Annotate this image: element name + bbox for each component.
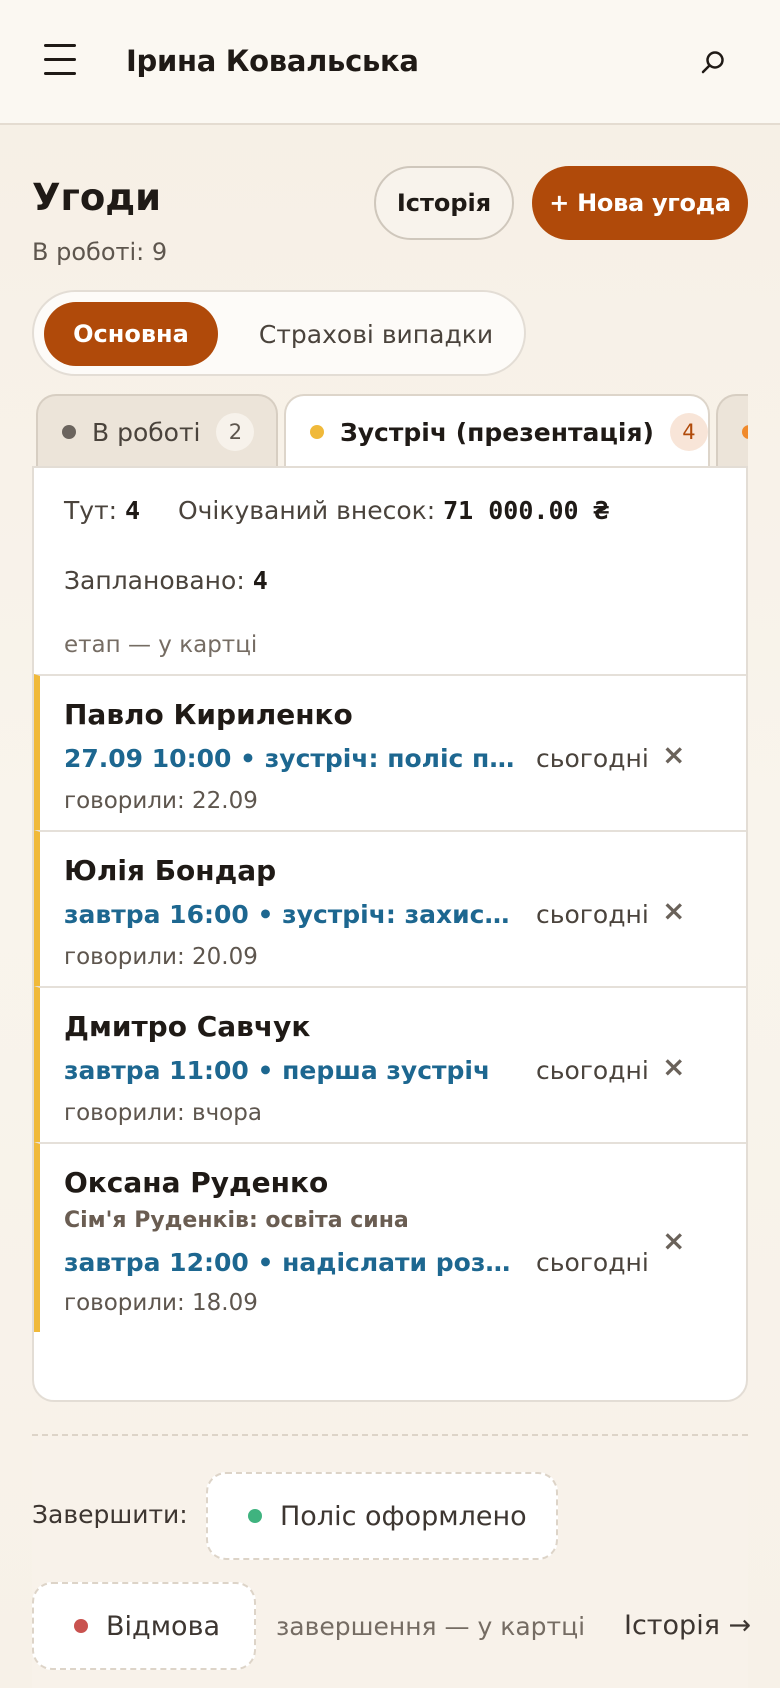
stage-note: етап — у картці <box>64 632 258 658</box>
history-button[interactable]: Історія <box>374 166 514 240</box>
due-label: сьогодні <box>536 744 649 773</box>
due-label: сьогодні <box>536 900 649 929</box>
tab-count: 2 <box>216 413 255 451</box>
here-label: Тут: <box>64 496 118 525</box>
due-label: сьогодні <box>536 1248 649 1277</box>
search-icon[interactable] <box>700 50 726 76</box>
tab-label: Зустріч (презентація) <box>340 417 654 447</box>
user-name: Ірина Ковальська <box>126 44 419 78</box>
deals-in-progress-count: В роботі: 9 <box>32 238 168 266</box>
tab-next-stage[interactable] <box>716 394 748 466</box>
last-contact: говорили: 20.09 <box>64 944 258 970</box>
top-bar: Ірина Ковальська <box>0 0 780 125</box>
refusal-label: Відмова <box>106 1610 221 1642</box>
deal-card[interactable]: Павло Кириленко 27.09 10:00 • зустріч: п… <box>34 674 746 830</box>
stage-dot-icon <box>742 425 748 439</box>
deal-title: Сім'я Руденків: освіта сина <box>64 1208 409 1233</box>
stage-dot-icon <box>310 425 324 439</box>
tab-meeting-presentation[interactable]: Зустріч (презентація) 4 <box>284 394 710 466</box>
hamburger-icon[interactable] <box>44 44 76 76</box>
tab-label: В роботі <box>92 417 201 447</box>
next-event: завтра 16:00 • зустріч: захист зд... <box>64 900 520 929</box>
tab-in-progress[interactable]: В роботі 2 <box>36 394 278 466</box>
refusal-dot-icon <box>74 1619 88 1633</box>
history-link[interactable]: Історія → <box>624 1610 751 1641</box>
page-title: Угоди <box>32 176 162 219</box>
planned-value: 4 <box>252 566 268 595</box>
stage-dot-icon <box>62 425 76 439</box>
deal-card[interactable]: Дмитро Савчук завтра 11:00 • перша зустр… <box>34 986 746 1142</box>
refusal-dropzone[interactable]: Відмова <box>32 1582 256 1670</box>
planned-label: Заплановано: <box>64 566 245 595</box>
deal-type-switch: Основна Страхові випадки <box>32 290 526 376</box>
stage-tabs: В роботі 2 Зустріч (презентація) 4 <box>32 392 748 466</box>
client-name: Дмитро Савчук <box>64 1010 311 1043</box>
deal-card[interactable]: Юлія Бондар завтра 16:00 • зустріч: захи… <box>34 830 746 986</box>
success-dot-icon <box>248 1509 262 1523</box>
client-name: Оксана Руденко <box>64 1166 329 1199</box>
policy-issued-dropzone[interactable]: Поліс оформлено <box>206 1472 558 1560</box>
stage-panel: Тут: 4 Очікуваний внесок: 71 000.00 ₴ За… <box>32 466 748 1402</box>
divider <box>32 1434 748 1436</box>
close-icon[interactable]: × <box>662 1224 685 1257</box>
finish-label: Завершити: <box>32 1500 188 1529</box>
last-contact: говорили: вчора <box>64 1100 262 1126</box>
segment-main[interactable]: Основна <box>44 302 218 366</box>
expected-contribution-label: Очікуваний внесок: <box>177 496 436 525</box>
here-value: 4 <box>125 496 141 525</box>
client-name: Павло Кириленко <box>64 698 353 731</box>
close-icon[interactable]: × <box>662 738 685 771</box>
last-contact: говорили: 22.09 <box>64 788 258 814</box>
tab-count: 4 <box>669 413 708 451</box>
last-contact: говорили: 18.09 <box>64 1290 258 1316</box>
due-label: сьогодні <box>536 1056 649 1085</box>
finish-note: завершення — у картці <box>276 1612 586 1641</box>
client-name: Юлія Бондар <box>64 854 277 887</box>
deal-card[interactable]: Оксана Руденко Сім'я Руденків: освіта си… <box>34 1142 746 1332</box>
next-event: 27.09 10:00 • зустріч: поліс під к... <box>64 744 520 773</box>
next-event: завтра 11:00 • перша зустріч <box>64 1056 491 1085</box>
close-icon[interactable]: × <box>662 894 685 927</box>
expected-contribution-value: 71 000.00 ₴ <box>443 496 609 525</box>
stage-stats: Тут: 4 Очікуваний внесок: 71 000.00 ₴ <box>64 496 609 525</box>
policy-issued-label: Поліс оформлено <box>280 1500 527 1532</box>
new-deal-button[interactable]: + Нова угода <box>532 166 748 240</box>
planned-stats: Заплановано: 4 <box>64 566 268 595</box>
segment-insurance-cases[interactable]: Страхові випадки <box>234 302 518 366</box>
close-icon[interactable]: × <box>662 1050 685 1083</box>
next-event: завтра 12:00 • надіслати розрах... <box>64 1248 520 1277</box>
